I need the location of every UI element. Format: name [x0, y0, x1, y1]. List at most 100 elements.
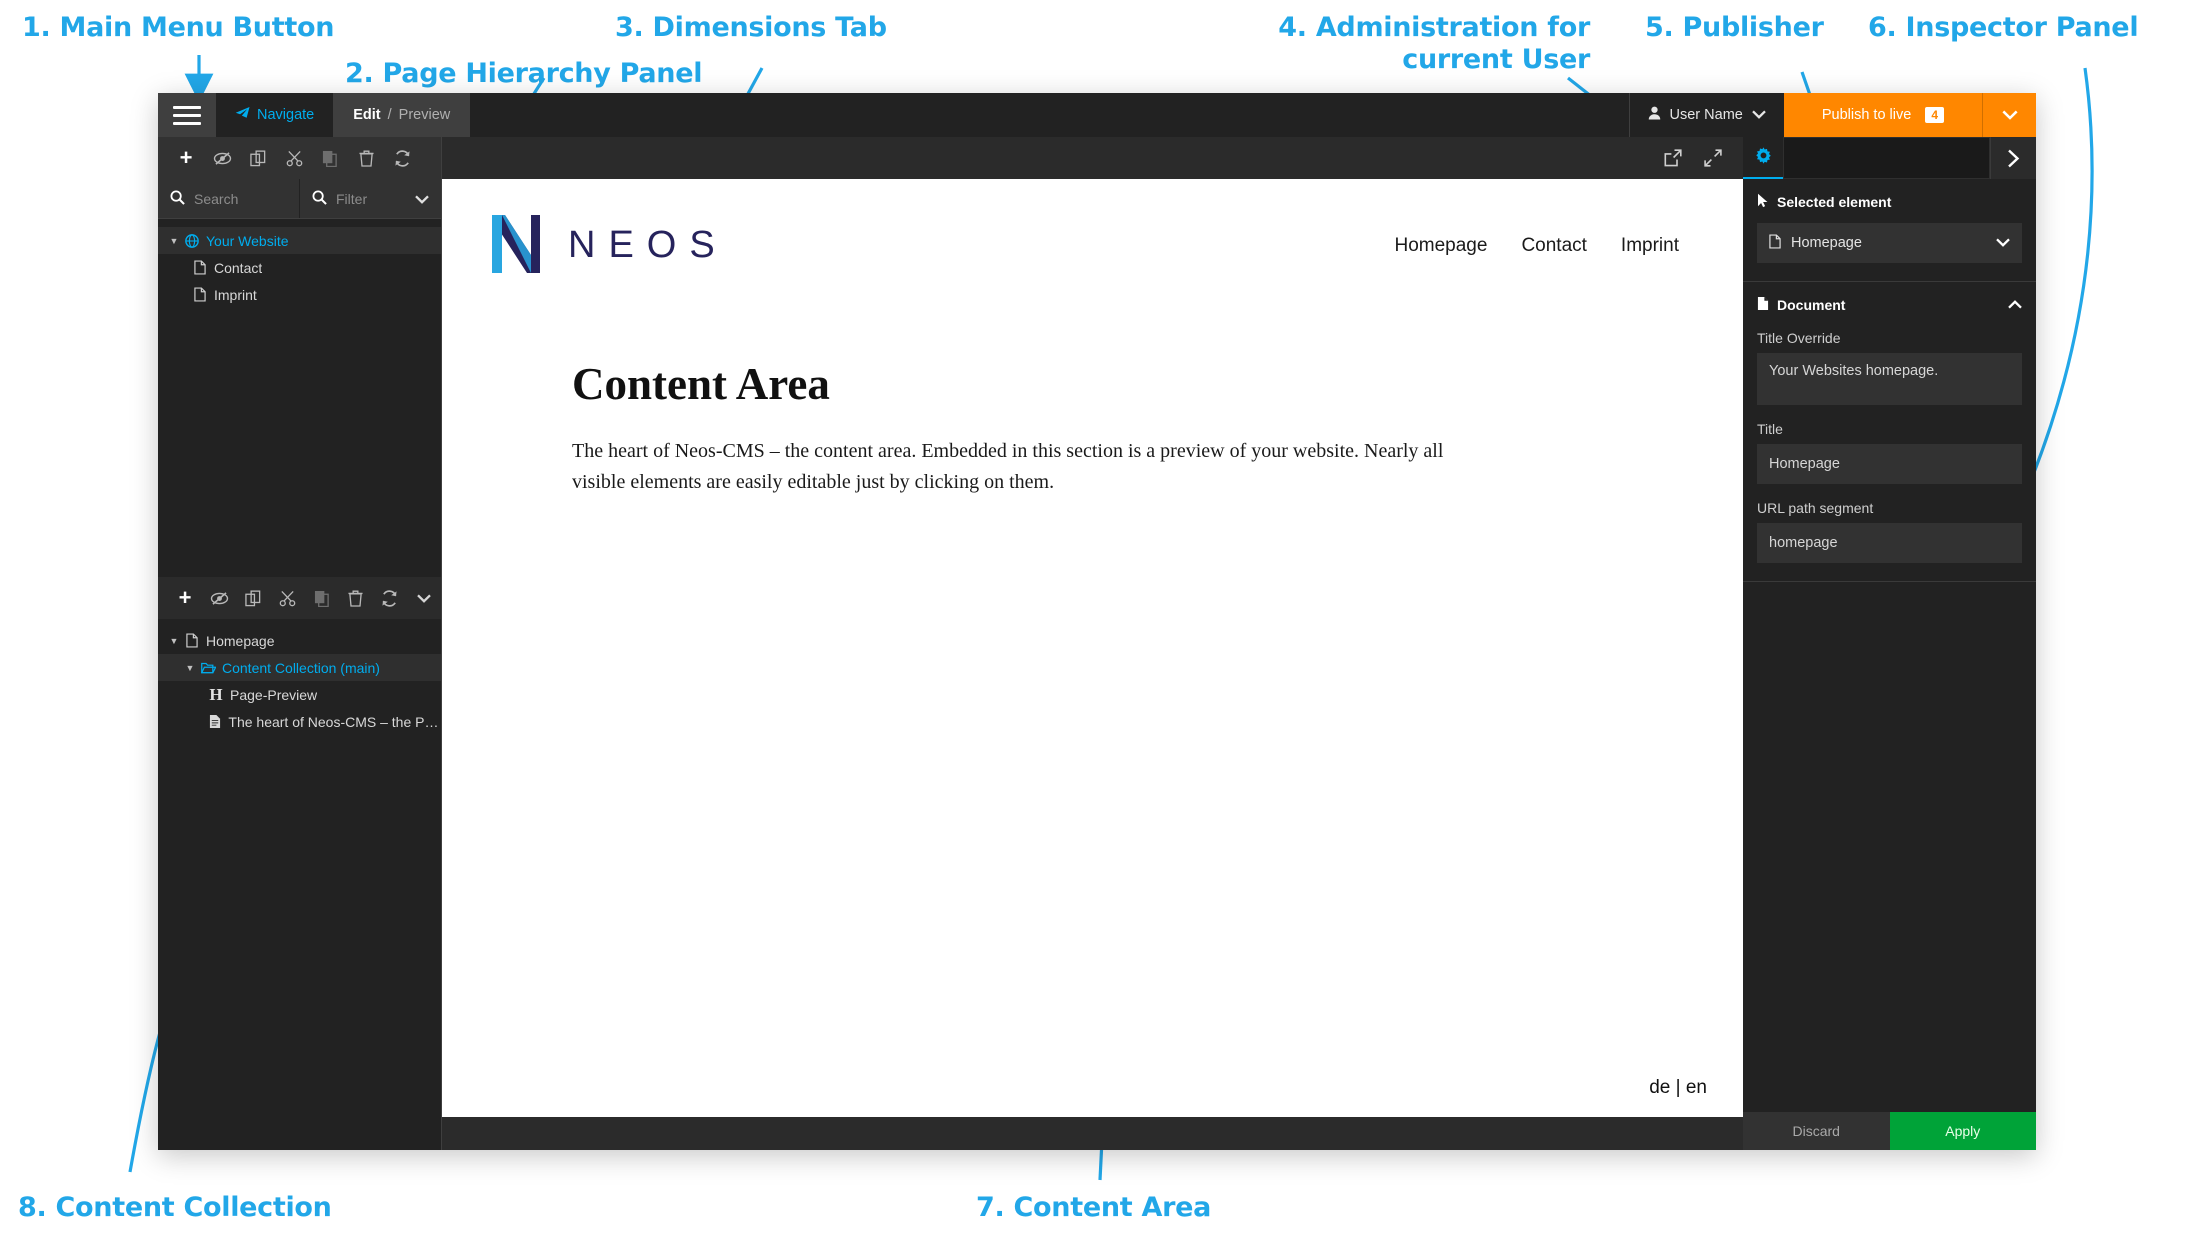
content-paragraph[interactable]: The heart of Neos-CMS – the content area… — [572, 436, 1452, 498]
site-nav-contact[interactable]: Contact — [1521, 235, 1586, 257]
refresh-page-tree-button[interactable] — [384, 141, 420, 175]
content-tree-node-text[interactable]: The heart of Neos-CMS – the Page... — [158, 708, 441, 735]
content-tree-node-homepage[interactable]: ▼ Homepage — [158, 627, 441, 654]
title-override-field[interactable]: Your Websites homepage. — [1757, 353, 2022, 405]
page-tree-node-contact[interactable]: Contact — [158, 254, 441, 281]
chevron-down-icon — [1996, 235, 2010, 251]
annotation-6-inspector-panel: 6. Inspector Panel — [1868, 12, 2139, 43]
gear-icon — [1755, 147, 1772, 167]
content-tree-more-button[interactable] — [407, 581, 441, 615]
website-preview[interactable]: NEOS Homepage Contact Imprint Content Ar… — [442, 179, 1743, 1117]
application-topbar: Navigate Edit / Preview User Name Publis… — [158, 93, 2036, 137]
paper-plane-icon — [235, 106, 250, 125]
add-content-button[interactable]: + — [168, 581, 202, 615]
hide-content-button[interactable] — [202, 581, 236, 615]
inspector-panel: Selected element Homepage Document Title… — [1743, 137, 2036, 1150]
page-tree: ▼ Your Website Contact Imprint — [158, 219, 441, 308]
content-tree-node-label: The heart of Neos-CMS – the Page... — [228, 713, 441, 730]
annotation-7-content-area: 7. Content Area — [976, 1192, 1212, 1223]
hamburger-menu-icon — [173, 101, 201, 130]
selected-element-dropdown[interactable]: Homepage — [1757, 223, 2022, 263]
site-nav-imprint[interactable]: Imprint — [1621, 235, 1679, 257]
document-section: Document Title Override Your Websites ho… — [1743, 282, 2036, 582]
user-name-label: User Name — [1669, 107, 1743, 123]
apply-button[interactable]: Apply — [1889, 1112, 2036, 1150]
expand-toggle-icon[interactable]: ▼ — [166, 236, 182, 246]
text-document-icon — [206, 714, 224, 729]
cut-content-button[interactable] — [270, 581, 304, 615]
content-heading[interactable]: Content Area — [572, 358, 1697, 410]
tab-inspector-properties[interactable] — [1743, 137, 1783, 179]
left-sidebar: + Search Filter ▼ Your Website Contact I… — [158, 137, 442, 1150]
page-hierarchy-panel: + Search Filter ▼ Your Website Contact I… — [158, 137, 441, 488]
filter-input-placeholder: Filter — [336, 190, 368, 207]
discard-button[interactable]: Discard — [1743, 1112, 1890, 1150]
preview-toolbar — [442, 137, 1743, 179]
document-icon — [1757, 296, 1769, 314]
delete-content-button[interactable] — [339, 581, 373, 615]
selected-element-value: Homepage — [1791, 235, 1862, 251]
search-icon — [170, 190, 185, 208]
search-input[interactable]: Search — [158, 179, 299, 218]
collapse-inspector-button[interactable] — [1990, 137, 2036, 179]
site-body: Content Area The heart of Neos-CMS – the… — [442, 278, 1743, 498]
neos-n-logo — [488, 213, 544, 278]
expand-icon[interactable] — [1693, 141, 1733, 175]
cut-page-button[interactable] — [276, 141, 312, 175]
chevron-down-icon[interactable] — [415, 191, 429, 207]
content-tree-node-label: Homepage — [206, 632, 275, 649]
selected-element-section: Selected element Homepage — [1743, 179, 2036, 282]
page-tree-node-label: Contact — [214, 259, 263, 276]
publish-to-live-button[interactable]: Publish to live 4 — [1783, 93, 1982, 137]
user-menu[interactable]: User Name — [1628, 93, 1784, 137]
inspector-tab-filler — [1783, 137, 1990, 179]
language-switcher[interactable]: de | en — [1649, 1077, 1707, 1099]
page-tree-node-imprint[interactable]: Imprint — [158, 281, 441, 308]
page-tree-toolbar: + — [158, 137, 441, 179]
expand-toggle-icon[interactable]: ▼ — [182, 663, 198, 673]
heading-icon: H — [209, 684, 223, 704]
url-path-segment-field[interactable]: homepage — [1757, 523, 2022, 563]
inspector-footer: Discard Apply — [1743, 1112, 2036, 1150]
document-section-heading[interactable]: Document — [1757, 296, 2022, 314]
refresh-content-tree-button[interactable] — [373, 581, 407, 615]
page-tree-node-your-website[interactable]: ▼ Your Website — [158, 227, 441, 254]
topbar-dimensions-area — [470, 93, 1628, 137]
cursor-arrow-icon — [1757, 193, 1769, 211]
delete-page-button[interactable] — [348, 141, 384, 175]
content-tree: ▼ Homepage ▼ Content Collection (main) H… — [158, 619, 441, 735]
document-icon — [190, 287, 210, 302]
content-tree-node-page-preview[interactable]: H Page-Preview — [158, 681, 441, 708]
paste-page-button[interactable] — [240, 141, 276, 175]
expand-toggle-icon[interactable]: ▼ — [166, 636, 182, 646]
search-icon — [312, 190, 327, 208]
copy-content-button[interactable] — [305, 581, 339, 615]
content-area-panel: NEOS Homepage Contact Imprint Content Ar… — [442, 137, 1743, 1150]
annotation-8-content-collection: 8. Content Collection — [18, 1192, 332, 1223]
globe-icon — [182, 233, 202, 248]
filter-input[interactable]: Filter — [299, 179, 441, 218]
hide-page-button[interactable] — [204, 141, 240, 175]
site-nav-homepage[interactable]: Homepage — [1394, 235, 1487, 257]
document-icon — [182, 633, 202, 648]
chevron-up-icon[interactable] — [2008, 298, 2022, 312]
add-page-button[interactable]: + — [168, 141, 204, 175]
selected-element-heading: Selected element — [1757, 193, 2022, 211]
page-tree-search-row: Search Filter — [158, 179, 441, 219]
main-menu-button[interactable] — [158, 93, 216, 137]
tab-edit-label: Edit — [353, 107, 381, 123]
content-tree-node-content-collection[interactable]: ▼ Content Collection (main) — [158, 654, 441, 681]
folder-open-icon — [198, 661, 218, 675]
paste-content-button[interactable] — [236, 581, 270, 615]
publish-options-button[interactable] — [1982, 93, 2036, 137]
document-section-title: Document — [1777, 297, 1846, 313]
title-field[interactable]: Homepage — [1757, 444, 2022, 484]
field-label-title: Title — [1757, 421, 1783, 437]
tab-navigate[interactable]: Navigate — [216, 93, 335, 137]
copy-page-button[interactable] — [312, 141, 348, 175]
external-link-icon[interactable] — [1653, 141, 1693, 175]
publish-count-badge: 4 — [1925, 107, 1944, 123]
chevron-down-icon — [1752, 107, 1766, 123]
tab-edit-preview[interactable]: Edit / Preview — [334, 93, 471, 137]
content-tree-node-label: Page-Preview — [230, 686, 318, 703]
